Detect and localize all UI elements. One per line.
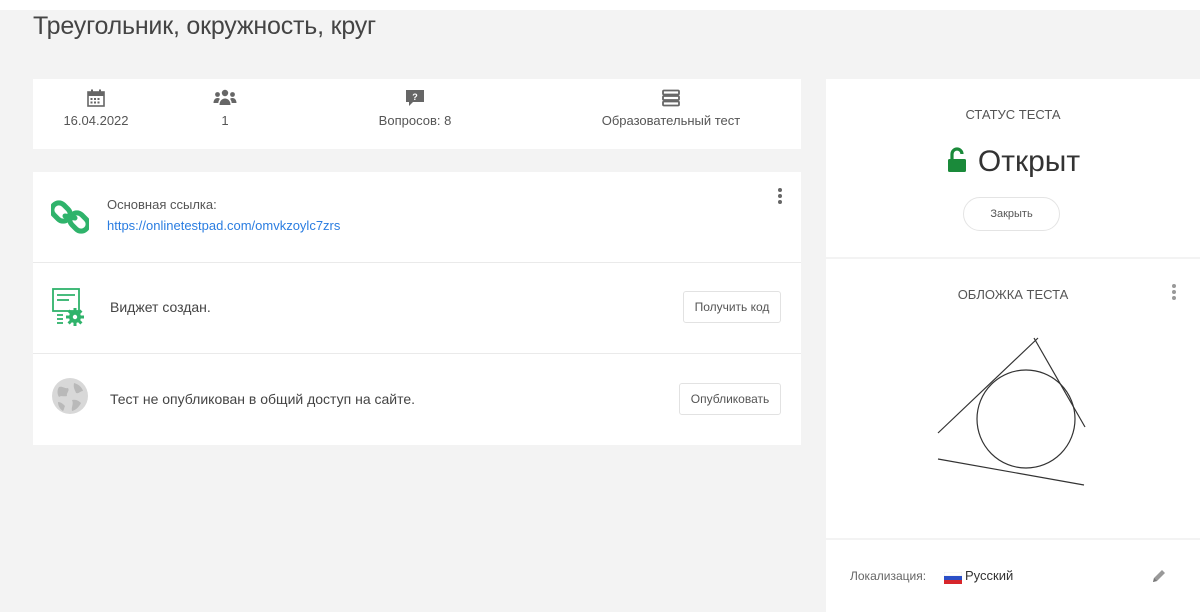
info-type: Образовательный тест (596, 89, 746, 128)
cover-image (937, 337, 1086, 486)
question-icon: ? (406, 90, 424, 106)
info-questions: ? Вопросов: 8 (365, 89, 465, 128)
status-value: Открыт (977, 145, 1081, 178)
status-value-wrap: Открыт (826, 145, 1200, 179)
unlock-icon (947, 147, 966, 172)
more-vert-icon[interactable] (777, 187, 783, 205)
questions-value: Вопросов: 8 (378, 113, 452, 128)
top-strip (0, 0, 1200, 10)
link-icon (51, 200, 89, 234)
widget-row: Виджет создан. Получить код (33, 262, 801, 354)
locale-label: Локализация: (850, 569, 927, 583)
close-test-button[interactable]: Закрыть (963, 197, 1060, 231)
widget-status-text: Виджет создан. (110, 299, 211, 315)
cover-title: ОБЛОЖКА ТЕСТА (957, 287, 1069, 302)
publication-card: Основная ссылка: https://onlinetestpad.c… (33, 172, 801, 445)
widget-icon (52, 288, 84, 326)
users-icon (213, 89, 237, 105)
main-link-url[interactable]: https://onlinetestpad.com/omvkzoylc7zrs (107, 218, 340, 233)
test-status-card: СТАТУС ТЕСТА Открыт Закрыть (826, 79, 1200, 257)
publish-button[interactable]: Опубликовать (679, 383, 781, 415)
get-code-button[interactable]: Получить код (683, 291, 781, 323)
type-value: Образовательный тест (601, 113, 741, 128)
main-link-row: Основная ссылка: https://onlinetestpad.c… (33, 172, 801, 263)
layers-icon (662, 89, 680, 107)
page-title: Треугольник, окружность, круг (33, 12, 376, 40)
edit-icon[interactable] (1151, 568, 1167, 584)
info-participants: 1 (205, 89, 245, 128)
svg-text:?: ? (412, 92, 418, 102)
locale-card: Локализация: Русский (826, 540, 1200, 612)
test-cover-card: ОБЛОЖКА ТЕСТА (826, 259, 1200, 538)
locale-value: Русский (965, 568, 1014, 583)
date-value: 16.04.2022 (63, 113, 129, 128)
publish-status-text: Тест не опубликован в общий доступ на са… (110, 391, 416, 407)
more-vert-icon[interactable] (1171, 283, 1177, 301)
participants-value: 1 (221, 113, 229, 128)
flag-ru-icon (944, 572, 962, 584)
main-link-label: Основная ссылка: (107, 197, 217, 212)
calendar-icon (87, 89, 105, 107)
info-date: 16.04.2022 (58, 89, 134, 128)
globe-icon (52, 378, 88, 414)
publish-row: Тест не опубликован в общий доступ на са… (33, 354, 801, 445)
test-info-card: 16.04.2022 1 ? Вопросов: 8 Образовательн… (33, 79, 801, 149)
status-title: СТАТУС ТЕСТА (965, 107, 1061, 122)
